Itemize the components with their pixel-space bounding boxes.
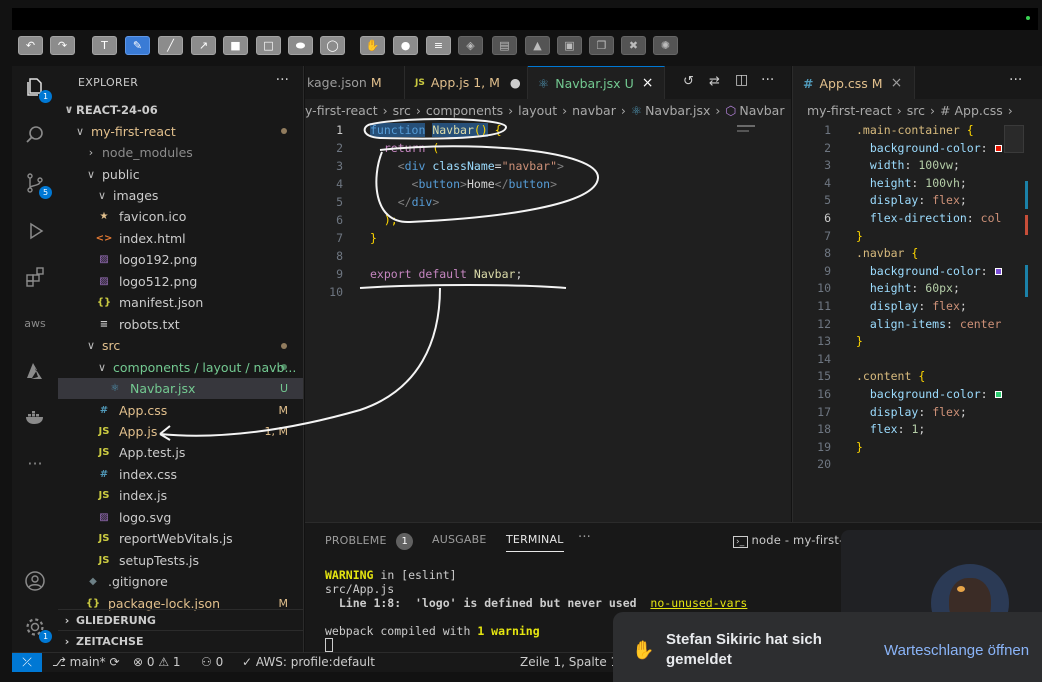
annotation-arrow: [159, 287, 441, 437]
annotation-circle-function: [363, 117, 508, 140]
annotation-circle-jsx: [375, 145, 600, 224]
annotation-drawing: [159, 117, 600, 441]
annotation-arrowhead: [159, 425, 171, 441]
annotation-underline: [359, 284, 567, 289]
